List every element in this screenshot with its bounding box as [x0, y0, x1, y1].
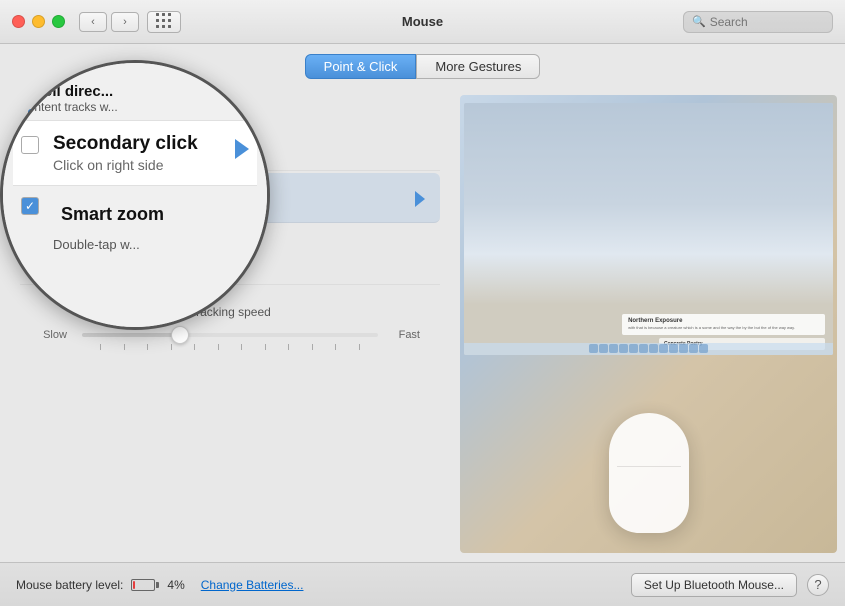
mag-scroll-dir-title: Scroll direc...	[19, 83, 251, 100]
battery-icon	[131, 579, 159, 591]
slow-label: Slow	[40, 329, 70, 341]
dock-icon	[689, 344, 698, 353]
dock-icon	[639, 344, 648, 353]
battery-label: Mouse battery level:	[16, 578, 123, 592]
preview-image: Northern Exposure with that is because a…	[460, 95, 837, 553]
mag-smart-zoom-row: ✓ Smart zoom Double-tap w...	[13, 186, 257, 260]
mag-secondary-sub: Click on right side	[53, 157, 198, 173]
slider-thumb[interactable]	[171, 326, 189, 344]
dock-icon	[599, 344, 608, 353]
dock-icon	[679, 344, 688, 353]
battery-percentage: 4%	[167, 578, 184, 592]
mag-secondary-arrow	[235, 139, 249, 159]
magnifier-content: Scroll direc... Content tracks w... Seco…	[3, 63, 267, 327]
mag-smart-zoom-checkbox: ✓	[21, 197, 39, 215]
search-icon: 🔍	[692, 15, 706, 28]
close-button[interactable]	[12, 15, 25, 28]
mag-smart-zoom-sub: Double-tap w...	[53, 237, 172, 252]
help-button[interactable]: ?	[807, 574, 829, 596]
dock-icon	[619, 344, 628, 353]
battery-body	[131, 579, 155, 591]
dock-icon	[649, 344, 658, 353]
dock-icon	[629, 344, 638, 353]
slider-container: Slow Fast	[20, 329, 440, 341]
mag-secondary-row: Secondary click Click on right side	[13, 121, 257, 186]
preview-card-1: Northern Exposure with that is because a…	[622, 314, 825, 335]
search-input[interactable]	[710, 15, 824, 29]
window-title: Mouse	[402, 14, 443, 29]
preview-card-1-title: Northern Exposure	[628, 318, 819, 324]
right-panel: Northern Exposure with that is because a…	[460, 87, 845, 561]
tracking-slider[interactable]	[82, 333, 378, 337]
arrow-right-icon	[415, 191, 425, 207]
preview-dock	[464, 343, 833, 355]
mag-secondary-title: Secondary click	[53, 133, 198, 155]
dock-icon	[659, 344, 668, 353]
titlebar: ‹ › Mouse 🔍	[0, 0, 845, 44]
secondary-click-arrow	[408, 187, 432, 211]
back-button[interactable]: ‹	[79, 12, 107, 32]
mag-smart-zoom-title: Smart zoom	[53, 194, 172, 235]
battery-section: Mouse battery level: 4% Change Batteries…	[16, 578, 303, 592]
change-batteries-button[interactable]: Change Batteries...	[201, 578, 304, 592]
magnifier: Scroll direc... Content tracks w... Seco…	[0, 60, 270, 330]
nav-buttons: ‹ ›	[79, 12, 139, 32]
statusbar: Mouse battery level: 4% Change Batteries…	[0, 562, 845, 606]
mag-secondary-checkbox	[21, 136, 39, 154]
search-bar[interactable]: 🔍	[683, 11, 833, 33]
tab-point-click[interactable]: Point & Click	[305, 54, 417, 79]
dock-icon	[609, 344, 618, 353]
mouse-preview	[609, 413, 689, 533]
preview-card-1-text: with that is because a creature which is…	[628, 325, 819, 331]
mouse-line	[617, 466, 681, 467]
dock-icon	[589, 344, 598, 353]
bluetooth-setup-button[interactable]: Set Up Bluetooth Mouse...	[631, 573, 797, 597]
maximize-button[interactable]	[52, 15, 65, 28]
dock-icon	[669, 344, 678, 353]
dock-icon	[699, 344, 708, 353]
traffic-lights	[12, 15, 65, 28]
grid-button[interactable]	[147, 11, 181, 33]
battery-fill	[133, 581, 135, 589]
battery-tip	[156, 582, 159, 588]
tab-more-gestures[interactable]: More Gestures	[416, 54, 540, 79]
mag-scroll-dir-sub: Content tracks w...	[19, 100, 251, 114]
fast-label: Fast	[390, 329, 420, 341]
mag-scroll-dir-row: Scroll direc... Content tracks w...	[13, 79, 257, 121]
forward-button[interactable]: ›	[111, 12, 139, 32]
minimize-button[interactable]	[32, 15, 45, 28]
grid-icon	[156, 13, 173, 30]
preview-screen: Northern Exposure with that is because a…	[464, 103, 833, 355]
